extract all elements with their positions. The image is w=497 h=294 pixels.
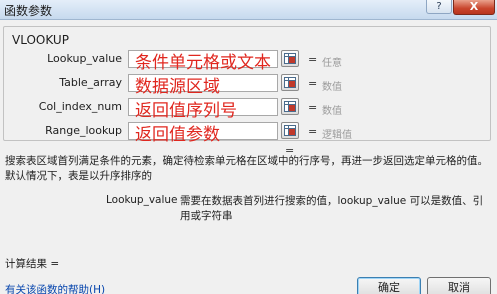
function-arguments-dialog: VLOOKUP Lookup_value 条件单元格或文本 = 任意 Table… [0,20,497,294]
arg-value-col-index-num: 返回值序列号 [135,101,237,121]
title-bar: 函数参数 ? X [0,0,497,20]
arg-label-col-index-num: Col_index_num [38,100,122,113]
param-help-name: Lookup_value [106,194,178,206]
calc-result: 计算结果 = [5,258,60,270]
arg-value-range-lookup: 返回值参数 [135,125,220,145]
arg-label-table-array: Table_array [59,76,122,89]
cancel-button[interactable]: 取消 [427,277,491,294]
arg-input-lookup-value[interactable]: 条件单元格或文本 [128,50,278,73]
arg-result-col-index-num: 数值 [322,106,342,117]
range-select-icon [284,53,296,64]
equals-sign: = [308,125,318,138]
close-button[interactable]: X [453,0,495,15]
help-button[interactable]: ? [426,0,452,14]
range-select-button-lookup-value[interactable] [281,50,299,67]
arg-input-table-array[interactable]: 数据源区域 [128,74,278,97]
param-help-text: 需要在数据表首列进行搜索的值，lookup_value 可以是数值、引用或字符串 [180,195,484,222]
range-select-button-range-lookup[interactable] [281,122,299,139]
arg-result-range-lookup: 逻辑值 [322,130,352,141]
range-select-icon [284,77,296,88]
window-title: 函数参数 [4,4,53,18]
arg-input-range-lookup[interactable]: 返回值参数 [128,122,278,145]
range-select-icon [284,125,296,136]
arg-result-lookup-value: 任意 [322,58,342,69]
equals-sign: = [308,77,318,90]
arg-label-lookup-value: Lookup_value [47,52,122,65]
arg-result-table-array: 数值 [322,82,342,93]
function-name: VLOOKUP [12,33,69,47]
function-description: 搜索表区域首列满足条件的元素，确定待检索单元格在区域中的行序号，再进一步返回选定… [5,155,488,182]
ok-button[interactable]: 确定 [357,277,421,294]
equals-sign: = [308,101,318,114]
range-select-button-table-array[interactable] [281,74,299,91]
arg-label-range-lookup: Range_lookup [45,124,122,137]
equals-sign: = [308,53,318,66]
arg-input-col-index-num[interactable]: 返回值序列号 [128,98,278,121]
arguments-group: VLOOKUP Lookup_value 条件单元格或文本 = 任意 Table… [3,26,491,145]
function-help-link[interactable]: 有关该函数的帮助(H) [5,282,105,294]
arg-value-table-array: 数据源区域 [135,77,220,97]
range-select-icon [284,101,296,112]
range-select-button-col-index-num[interactable] [281,98,299,115]
arg-value-lookup-value: 条件单元格或文本 [135,53,271,73]
